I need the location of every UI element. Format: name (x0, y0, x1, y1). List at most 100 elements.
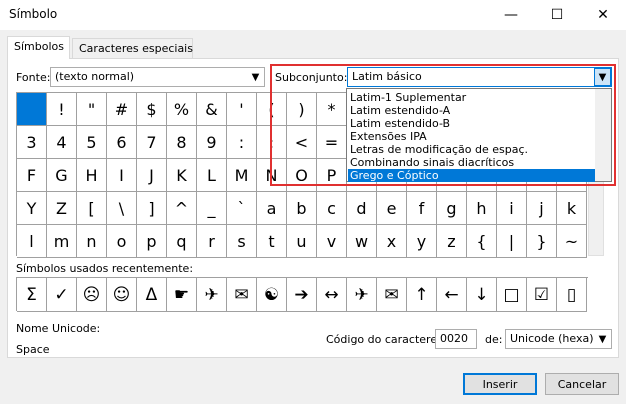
char-cell[interactable]: " (77, 93, 107, 126)
recent-symbol[interactable]: ▯ (557, 278, 587, 312)
char-cell[interactable]: M (227, 159, 257, 192)
recent-symbol[interactable]: ✈ (197, 278, 227, 312)
recent-symbol[interactable]: ✉ (227, 278, 257, 312)
window-title: Símbolo (9, 7, 58, 21)
recent-symbol[interactable]: ☹ (77, 278, 107, 312)
char-cell[interactable]: e (377, 192, 407, 225)
char-cell[interactable]: } (527, 225, 557, 258)
tab-simbolos-label: Símbolos (14, 40, 64, 53)
recent-symbol[interactable]: Σ (17, 278, 47, 312)
char-cell[interactable]: x (377, 225, 407, 258)
recent-symbol[interactable]: ☑ (527, 278, 557, 312)
char-cell[interactable]: ] (137, 192, 167, 225)
chevron-down-icon[interactable]: ▼ (594, 330, 611, 348)
char-cell[interactable]: F (17, 159, 47, 192)
char-cell[interactable]: b (287, 192, 317, 225)
char-cell[interactable]: ^ (167, 192, 197, 225)
insert-button[interactable]: Inserir (463, 373, 537, 395)
char-cell[interactable]: m (47, 225, 77, 258)
char-cell[interactable]: w (347, 225, 377, 258)
char-cell[interactable]: h (467, 192, 497, 225)
char-cell[interactable]: f (407, 192, 437, 225)
maximize-button[interactable]: ☐ (534, 0, 580, 30)
char-cell[interactable]: Y (17, 192, 47, 225)
char-cell[interactable]: g (437, 192, 467, 225)
recent-symbol[interactable]: ↓ (467, 278, 497, 312)
cancel-button[interactable]: Cancelar (545, 373, 619, 395)
char-cell[interactable]: u (287, 225, 317, 258)
font-select[interactable]: (texto normal) ▼ (50, 67, 265, 87)
unicode-name-value: Space (16, 343, 50, 356)
recent-symbol[interactable]: ↔ (317, 278, 347, 312)
char-cell[interactable]: 9 (197, 126, 227, 159)
tab-caracteres-especiais[interactable]: Caracteres especiais (72, 38, 193, 58)
char-cell[interactable]: # (107, 93, 137, 126)
recent-symbol[interactable]: ✓ (47, 278, 77, 312)
char-cell[interactable]: % (167, 93, 197, 126)
char-cell[interactable]: Z (47, 192, 77, 225)
char-cell[interactable] (17, 93, 47, 126)
chevron-down-icon[interactable]: ▼ (247, 68, 264, 86)
char-cell[interactable]: ~ (557, 225, 587, 258)
recent-symbol[interactable]: ← (437, 278, 467, 312)
char-cell[interactable]: L (197, 159, 227, 192)
char-cell[interactable]: K (167, 159, 197, 192)
unicode-name-label: Nome Unicode: (16, 322, 101, 335)
char-cell[interactable]: k (557, 192, 587, 225)
char-cell[interactable]: $ (137, 93, 167, 126)
char-cell[interactable]: 6 (107, 126, 137, 159)
char-cell[interactable]: H (77, 159, 107, 192)
char-cell[interactable]: & (197, 93, 227, 126)
char-cell[interactable]: 4 (47, 126, 77, 159)
from-select[interactable]: Unicode (hexa) ▼ (505, 329, 612, 349)
char-cell[interactable]: t (257, 225, 287, 258)
close-button[interactable]: ✕ (580, 0, 626, 30)
char-cell[interactable]: r (197, 225, 227, 258)
cancel-label: Cancelar (557, 377, 607, 391)
char-cell[interactable]: [ (77, 192, 107, 225)
char-cell[interactable]: o (107, 225, 137, 258)
char-code-label: Código do caractere: (326, 333, 441, 346)
char-cell[interactable]: { (467, 225, 497, 258)
char-cell[interactable]: j (527, 192, 557, 225)
char-cell[interactable]: 8 (167, 126, 197, 159)
recent-symbol[interactable]: ☺ (107, 278, 137, 312)
highlight-box (270, 64, 616, 186)
char-cell[interactable]: c (317, 192, 347, 225)
char-cell[interactable]: I (107, 159, 137, 192)
recent-symbol[interactable]: ↑ (407, 278, 437, 312)
char-cell[interactable]: y (407, 225, 437, 258)
char-cell[interactable]: J (137, 159, 167, 192)
minimize-button[interactable]: — (488, 0, 534, 30)
char-cell[interactable]: s (227, 225, 257, 258)
char-cell[interactable]: z (437, 225, 467, 258)
char-cell[interactable]: 7 (137, 126, 167, 159)
char-cell[interactable]: 3 (17, 126, 47, 159)
recent-symbol[interactable]: ☛ (167, 278, 197, 312)
char-cell[interactable]: | (497, 225, 527, 258)
recent-symbol[interactable]: ➔ (287, 278, 317, 312)
tab-simbolos[interactable]: Símbolos (7, 36, 70, 59)
char-cell[interactable]: 5 (77, 126, 107, 159)
char-cell[interactable]: : (227, 126, 257, 159)
char-cell[interactable]: G (47, 159, 77, 192)
recent-symbol[interactable]: ✉ (377, 278, 407, 312)
char-cell[interactable]: ' (227, 93, 257, 126)
char-cell[interactable]: i (497, 192, 527, 225)
char-cell[interactable]: a (257, 192, 287, 225)
char-cell[interactable]: \ (107, 192, 137, 225)
recent-symbol[interactable]: ✈ (347, 278, 377, 312)
char-code-input[interactable]: 0020 (435, 329, 477, 349)
recent-symbol[interactable]: □ (497, 278, 527, 312)
recent-symbol[interactable]: Δ (137, 278, 167, 312)
char-cell[interactable]: ` (227, 192, 257, 225)
char-cell[interactable]: l (17, 225, 47, 258)
char-cell[interactable]: p (137, 225, 167, 258)
char-cell[interactable]: ! (47, 93, 77, 126)
char-cell[interactable]: d (347, 192, 377, 225)
recent-symbol[interactable]: ☯ (257, 278, 287, 312)
char-cell[interactable]: v (317, 225, 347, 258)
char-cell[interactable]: n (77, 225, 107, 258)
char-cell[interactable]: _ (197, 192, 227, 225)
char-cell[interactable]: q (167, 225, 197, 258)
